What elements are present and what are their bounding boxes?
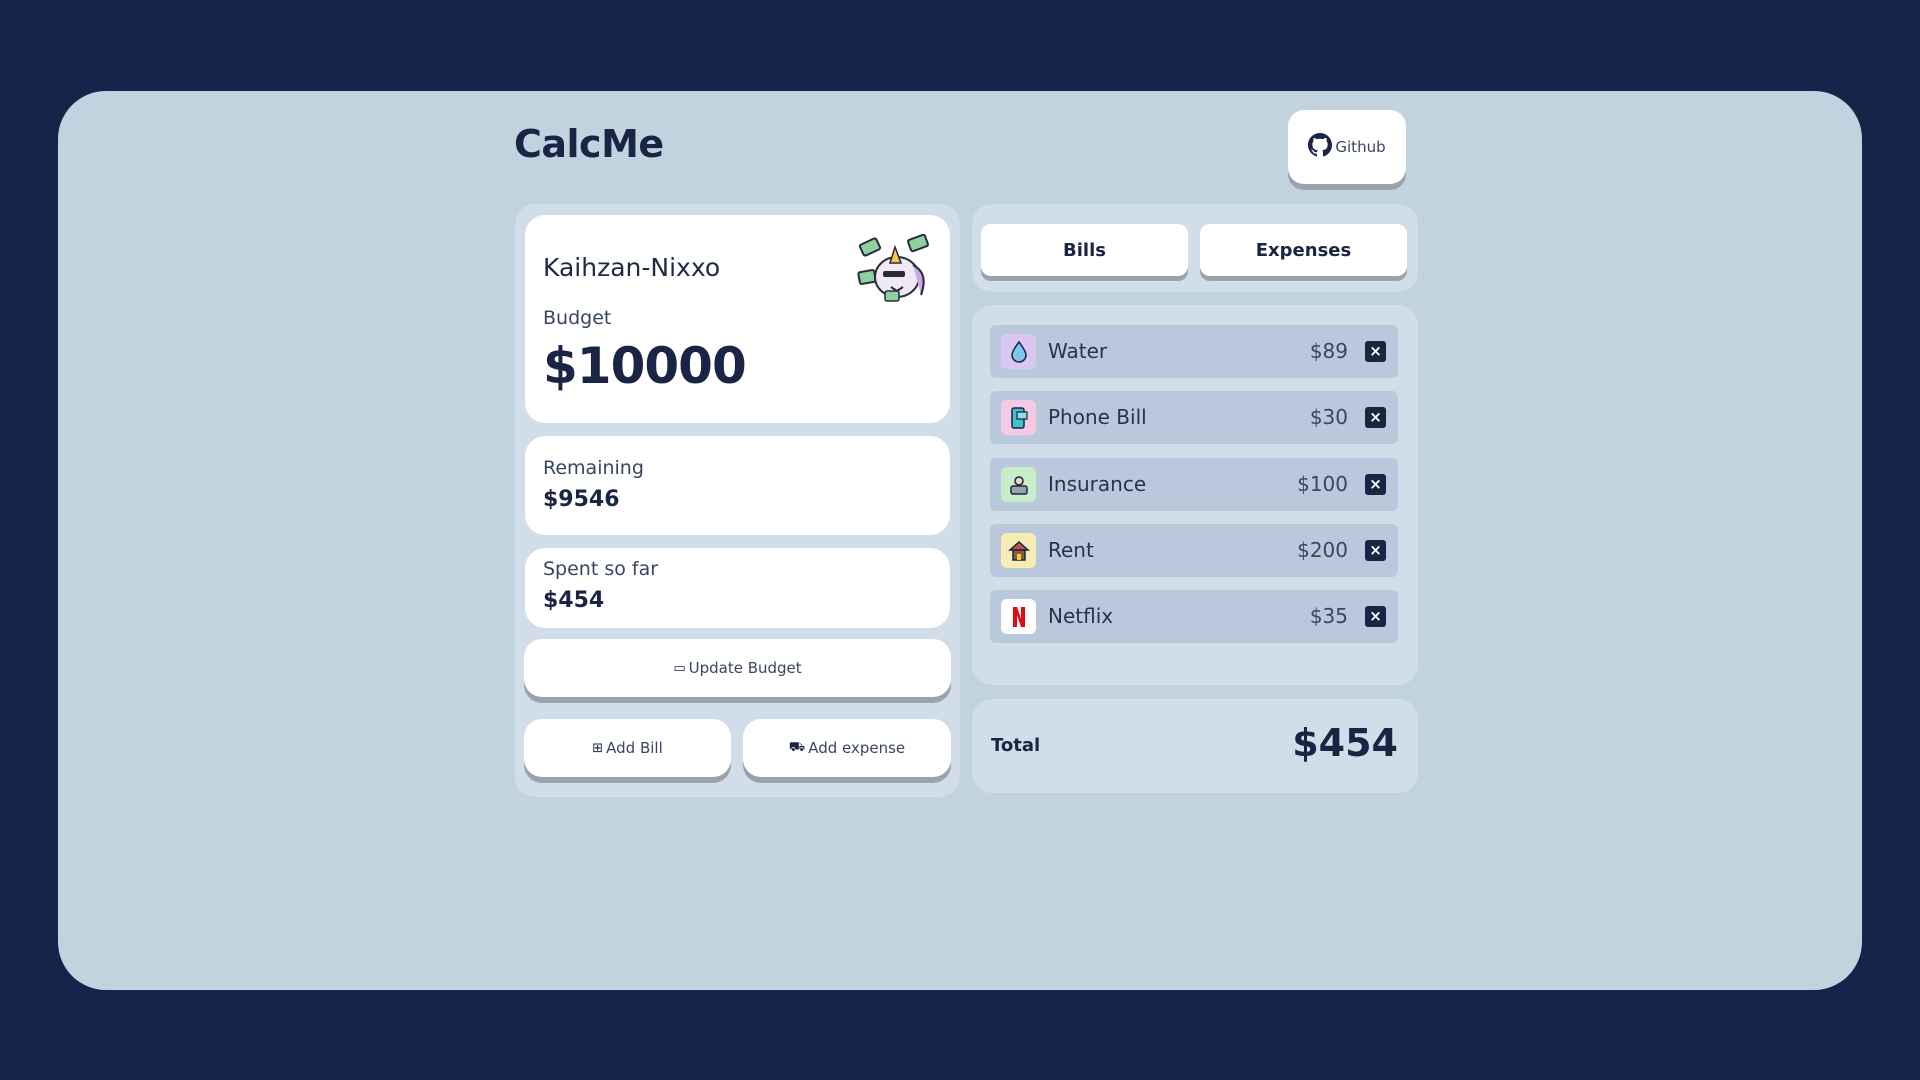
github-icon	[1308, 133, 1333, 161]
remaining-value: $9546	[543, 487, 620, 512]
list-item: Water $89 ×	[990, 325, 1398, 378]
budget-value: $10000	[543, 337, 747, 395]
update-budget-label: Update Budget	[688, 659, 802, 677]
add-expense-button[interactable]: ⛟ Add expense	[743, 719, 951, 777]
total-value: $454	[1292, 721, 1398, 765]
item-name: Water	[1048, 339, 1108, 363]
cart-icon: ⛟	[788, 739, 806, 755]
list-item: Rent $200 ×	[990, 524, 1398, 577]
budget-label: Budget	[543, 307, 612, 329]
list-item: Netflix $35 ×	[990, 590, 1398, 643]
delete-icon[interactable]: ×	[1365, 540, 1386, 561]
list-item: Insurance $100 ×	[990, 458, 1398, 511]
item-amount: $89	[1309, 339, 1348, 363]
github-label: Github	[1335, 138, 1386, 156]
delete-icon[interactable]: ×	[1365, 341, 1386, 362]
github-button[interactable]: Github	[1288, 110, 1406, 184]
water-drop-icon	[1001, 334, 1036, 369]
total-label: Total	[991, 735, 1041, 756]
spent-label: Spent so far	[543, 558, 659, 580]
item-amount: $100	[1297, 472, 1348, 496]
item-name: Netflix	[1048, 604, 1114, 628]
spent-value: $454	[543, 588, 605, 613]
delete-icon[interactable]: ×	[1365, 474, 1386, 495]
tab-bills[interactable]: Bills	[981, 224, 1188, 276]
remaining-card: Remaining $9546	[525, 436, 950, 535]
total-panel: Total $454	[972, 699, 1418, 793]
add-bill-icon: ⊞	[592, 740, 604, 756]
phone-icon	[1001, 400, 1036, 435]
delete-icon[interactable]: ×	[1365, 606, 1386, 627]
add-expense-label: Add expense	[808, 739, 906, 757]
add-bill-button[interactable]: ⊞ Add Bill	[524, 719, 731, 777]
tab-expenses[interactable]: Expenses	[1200, 224, 1407, 276]
netflix-icon	[1001, 599, 1036, 634]
remaining-label: Remaining	[543, 457, 644, 479]
update-budget-button[interactable]: ▭ Update Budget	[524, 639, 951, 697]
username: Kaihzan-Nixxo	[543, 253, 721, 282]
unicorn-mascot-icon	[857, 233, 933, 305]
app-frame	[58, 91, 1862, 990]
wallet-icon: ▭	[673, 660, 686, 676]
list-item: Phone Bill $30 ×	[990, 391, 1398, 444]
item-amount: $35	[1309, 604, 1348, 628]
profile-card: Kaihzan-Nixxo Budget $10000	[525, 215, 950, 423]
house-icon	[1001, 533, 1036, 568]
spent-card: Spent so far $454	[525, 548, 950, 628]
item-name: Phone Bill	[1048, 405, 1147, 429]
item-amount: $200	[1297, 538, 1348, 562]
insurance-icon	[1001, 467, 1036, 502]
delete-icon[interactable]: ×	[1365, 407, 1386, 428]
item-name: Rent	[1048, 538, 1094, 562]
item-name: Insurance	[1048, 472, 1147, 496]
add-bill-label: Add Bill	[606, 739, 663, 757]
item-amount: $30	[1309, 405, 1348, 429]
app-title: CalcMe	[514, 122, 664, 166]
